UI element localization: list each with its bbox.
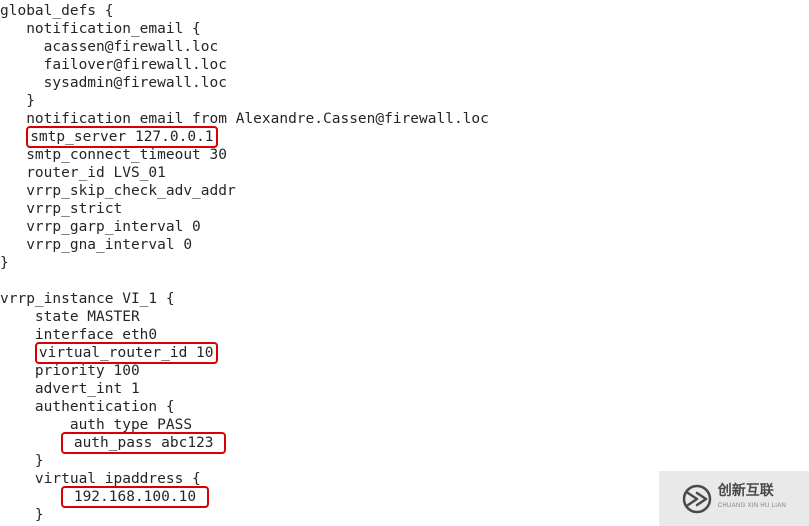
cfg-line: } (0, 255, 9, 271)
watermark-badge: 创新互联 CHUANG XIN HU LIAN (659, 471, 809, 526)
cfg-line: sysadmin@firewall.loc (0, 75, 227, 91)
cfg-indent (0, 129, 26, 145)
cfg-line: } (0, 507, 44, 523)
cfg-line: notification_email_from Alexandre.Cassen… (0, 111, 489, 127)
cfg-line: vrrp_gna_interval 0 (0, 237, 192, 253)
cfg-line: vrrp_skip_check_adv_addr (0, 183, 236, 199)
cfg-line: virtual_ipaddress { (0, 471, 201, 487)
cfg-line: acassen@firewall.loc (0, 39, 218, 55)
cfg-line: smtp_connect_timeout 30 (0, 147, 227, 163)
brand-subtitle: CHUANG XIN HU LIAN (718, 497, 786, 515)
cfg-indent (0, 435, 61, 451)
cfg-line: global_defs { (0, 3, 114, 19)
cfg-line: failover@firewall.loc (0, 57, 227, 73)
keepalived-config: global_defs { notification_email { acass… (0, 2, 489, 524)
cfg-indent (0, 345, 35, 361)
cfg-indent (0, 489, 61, 505)
cfg-line: priority 100 (0, 363, 140, 379)
cfg-line: vrrp_strict (0, 201, 122, 217)
cfg-line: router_id LVS_01 (0, 165, 166, 181)
cfg-line: vrrp_instance VI_1 { (0, 291, 175, 307)
cfg-line: state MASTER (0, 309, 140, 325)
cfg-line: auth_type PASS (0, 417, 192, 433)
cfg-line: interface eth0 (0, 327, 157, 343)
cfg-line: authentication { (0, 399, 175, 415)
highlight-auth-pass: auth_pass abc123 (61, 432, 226, 454)
brand-logo-icon (682, 484, 712, 514)
cfg-line: } (0, 93, 35, 109)
cfg-line: } (0, 453, 44, 469)
cfg-line: vrrp_garp_interval 0 (0, 219, 201, 235)
highlight-smtp-server: smtp_server 127.0.0.1 (26, 126, 217, 148)
cfg-line: advert_int 1 (0, 381, 140, 397)
brand-name: 创新互联 (718, 483, 786, 497)
highlight-virtual-router-id: virtual_router_id 10 (35, 342, 218, 364)
highlight-vip: 192.168.100.10 (61, 486, 209, 508)
cfg-line: notification_email { (0, 21, 201, 37)
